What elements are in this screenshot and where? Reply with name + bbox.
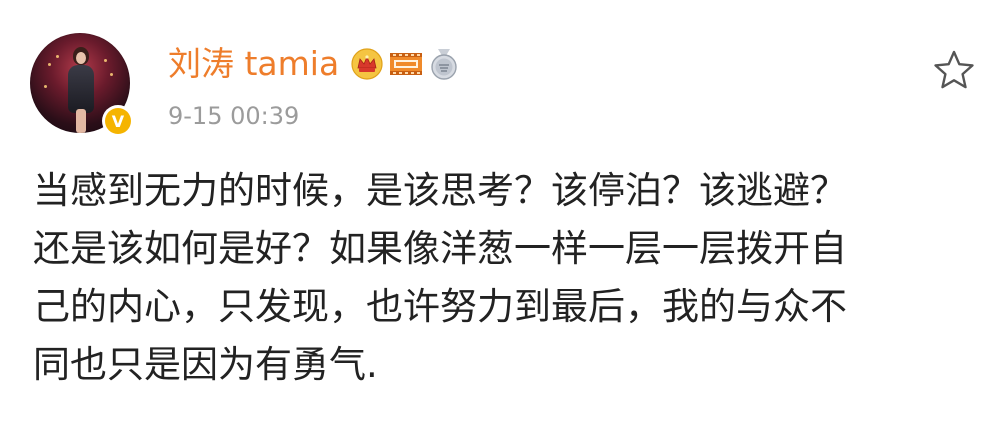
author-avatar-container[interactable]: V [30, 33, 136, 139]
star-icon[interactable] [932, 48, 976, 92]
post-timestamp[interactable]: 9-15 00:39 [168, 100, 299, 132]
avatar-figure-leg [76, 109, 86, 133]
stage-light [104, 59, 107, 62]
stage-light [44, 85, 47, 88]
post-content-line: 当感到无力的时候，是该思考？该停泊？该逃避？ [33, 169, 847, 212]
post-content-line: 还是该如何是好？如果像洋葱一样一层一层拨开自 [33, 227, 847, 270]
stage-light [110, 73, 113, 76]
verified-v-icon: V [102, 105, 134, 137]
stage-light [56, 55, 59, 58]
author-name-row: 刘涛 tamia [168, 42, 461, 86]
medal-icon[interactable] [427, 47, 461, 81]
post-content-line: 己的内心，只发现，也许努力到最后，我的与众不 [33, 285, 847, 328]
post-content: 当感到无力的时候，是该思考？该停泊？该逃避？ 还是该如何是好？如果像洋葱一样一层… [33, 162, 973, 394]
stage-light [48, 63, 51, 66]
weibo-post: V 刘涛 tamia 9-15 00:39 当感到无力的时候，是该思考？该停泊？… [0, 0, 1000, 433]
verified-v-glyph: V [105, 108, 131, 134]
avatar-figure-face [76, 52, 86, 64]
avatar-figure-body [68, 65, 94, 113]
movie-icon[interactable] [389, 49, 423, 79]
post-content-line: 同也只是因为有勇气. [33, 343, 378, 386]
crown-icon[interactable] [351, 48, 383, 80]
author-name[interactable]: 刘涛 tamia [168, 42, 339, 86]
